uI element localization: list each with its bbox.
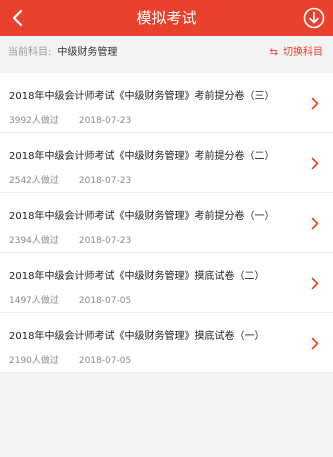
- exam-count: 2394人做过: [9, 236, 59, 246]
- current-subject: 当前科目: 中级财务管理: [8, 36, 117, 70]
- back-arrow-icon: [12, 9, 23, 27]
- header-bar: 模拟考试: [0, 0, 333, 36]
- exam-list: 2018年中级会计师考试《中级财务管理》考前提分卷（三） 3992人做过 2018…: [0, 73, 333, 373]
- current-subject-value: 中级财务管理: [57, 47, 118, 58]
- exam-title: 2018年中级会计师考试《中级财务管理》考前提分卷（二）: [9, 151, 275, 162]
- back-button[interactable]: [6, 6, 30, 30]
- exam-title: 2018年中级会计师考试《中级财务管理》摸底试卷（一）: [9, 331, 265, 342]
- exam-list-item[interactable]: 2018年中级会计师考试《中级财务管理》考前提分卷（三） 3992人做过 2018…: [0, 73, 333, 133]
- page-title: 模拟考试: [136, 9, 197, 27]
- exam-date: 2018-07-23: [78, 116, 132, 126]
- switch-subject-label: 切换科目: [283, 47, 323, 58]
- exam-meta: 1497人做过 2018-07-05: [9, 293, 131, 306]
- chevron-right-icon: [311, 157, 319, 170]
- exam-count: 2190人做过: [9, 356, 59, 366]
- exam-list-item[interactable]: 2018年中级会计师考试《中级财务管理》摸底试卷（二） 1497人做过 2018-…: [0, 253, 333, 313]
- exam-count: 1497人做过: [9, 296, 59, 306]
- download-icon: [303, 7, 325, 29]
- exam-meta: 2394人做过 2018-07-23: [9, 233, 131, 246]
- exam-meta: 2542人做过 2018-07-23: [9, 173, 131, 186]
- download-button[interactable]: [303, 7, 325, 29]
- exam-count: 3992人做过: [9, 116, 59, 126]
- exam-date: 2018-07-23: [78, 236, 132, 246]
- exam-date: 2018-07-05: [78, 296, 132, 306]
- current-subject-label: 当前科目:: [8, 47, 52, 58]
- exam-meta: 2190人做过 2018-07-05: [9, 353, 131, 366]
- chevron-right-icon: [311, 277, 319, 290]
- chevron-right-icon: [311, 97, 319, 110]
- swap-arrows-icon: ⇆: [269, 47, 278, 58]
- exam-date: 2018-07-23: [78, 176, 132, 186]
- subject-bar: 当前科目: 中级财务管理 ⇆ 切换科目: [0, 36, 333, 70]
- exam-title: 2018年中级会计师考试《中级财务管理》摸底试卷（二）: [9, 271, 265, 282]
- exam-list-item[interactable]: 2018年中级会计师考试《中级财务管理》考前提分卷（一） 2394人做过 2018…: [0, 193, 333, 253]
- exam-title: 2018年中级会计师考试《中级财务管理》考前提分卷（一）: [9, 211, 275, 222]
- exam-meta: 3992人做过 2018-07-23: [9, 113, 131, 126]
- switch-subject-button[interactable]: ⇆ 切换科目: [270, 36, 323, 70]
- exam-list-item[interactable]: 2018年中级会计师考试《中级财务管理》摸底试卷（一） 2190人做过 2018-…: [0, 313, 333, 373]
- exam-list-item[interactable]: 2018年中级会计师考试《中级财务管理》考前提分卷（二） 2542人做过 2018…: [0, 133, 333, 193]
- chevron-right-icon: [311, 217, 319, 230]
- exam-count: 2542人做过: [9, 176, 59, 186]
- exam-title: 2018年中级会计师考试《中级财务管理》考前提分卷（三）: [9, 91, 275, 102]
- chevron-right-icon: [311, 337, 319, 350]
- exam-date: 2018-07-05: [78, 356, 132, 366]
